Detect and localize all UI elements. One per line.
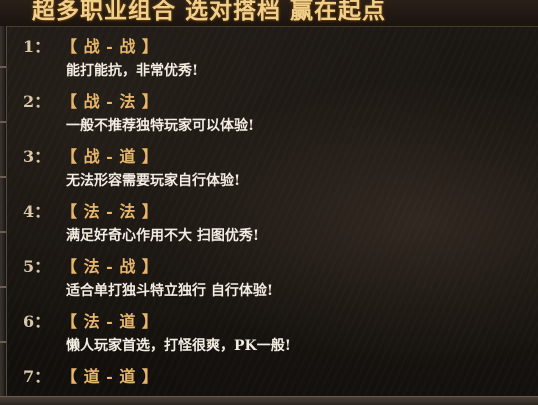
combo-description: 一般不推荐独特玩家可以体验!	[66, 118, 255, 134]
class-combo-label: 【 法 - 战 】	[61, 257, 159, 276]
class-combo-panel: 超多职业组合 选对搭档 赢在起点 1： 【 战 - 战 】 能打能抗，非常优秀!…	[0, 0, 538, 405]
class-combo-label: 【 法 - 道 】	[61, 312, 159, 331]
list-item: 6： 【 法 - 道 】 懒人玩家首选，打怪很爽，PK一般!	[0, 311, 538, 366]
item-number: 5：	[23, 257, 51, 276]
banner: 超多职业组合 选对搭档 赢在起点	[0, 0, 538, 27]
item-number: 7：	[23, 367, 51, 386]
list-item: 5： 【 法 - 战 】 适合单打独斗特立独行 自行体验!	[0, 256, 538, 311]
combo-description: 无法形容需要玩家自行体验!	[66, 173, 241, 189]
combo-description: 懒人玩家首选，打怪很爽，PK一般!	[66, 338, 291, 354]
list-item: 4： 【 法 - 法 】 满足好奇心作用不大 扫图优秀!	[0, 201, 538, 256]
class-combo-label: 【 道 - 道 】	[61, 367, 159, 386]
banner-title: 超多职业组合 选对搭档 赢在起点	[32, 0, 387, 24]
item-number: 3：	[23, 147, 51, 166]
item-number: 6：	[23, 312, 51, 331]
item-number: 2：	[23, 92, 51, 111]
class-combo-label: 【 战 - 战 】	[61, 37, 159, 56]
list-item: 2： 【 战 - 法 】 一般不推荐独特玩家可以体验!	[0, 91, 538, 146]
bottom-frame-edge	[0, 396, 538, 405]
class-combo-label: 【 战 - 法 】	[61, 92, 159, 111]
combo-description: 适合单打独斗特立独行 自行体验!	[66, 283, 274, 299]
list-item: 3： 【 战 - 道 】 无法形容需要玩家自行体验!	[0, 146, 538, 201]
list-item: 1： 【 战 - 战 】 能打能抗，非常优秀!	[0, 36, 538, 91]
combo-description: 满足好奇心作用不大 扫图优秀!	[66, 228, 260, 244]
class-combo-label: 【 法 - 法 】	[61, 202, 159, 221]
combo-list: 1： 【 战 - 战 】 能打能抗，非常优秀! 2： 【 战 - 法 】 一般不…	[0, 36, 538, 405]
item-number: 4：	[23, 202, 51, 221]
item-number: 1：	[23, 37, 51, 56]
combo-description: 能打能抗，非常优秀!	[66, 63, 199, 79]
class-combo-label: 【 战 - 道 】	[61, 147, 159, 166]
